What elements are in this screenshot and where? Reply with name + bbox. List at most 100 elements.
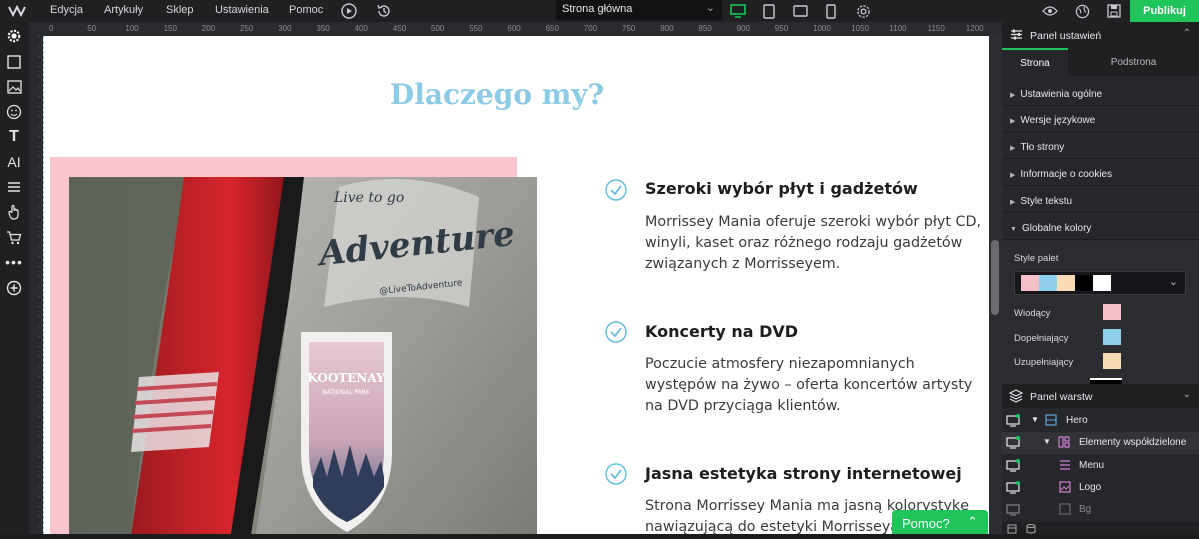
ruler-tick-label: 250 <box>240 24 254 33</box>
color-label-dopelniajacy: Dopełniający <box>1014 333 1069 344</box>
ruler-top: 0 50 100 150 200 250 300 350 400 450 500 550 600 650 7… <box>29 22 1002 36</box>
section-label: Tło strony <box>1020 142 1065 153</box>
color-swatch-wiodacy[interactable] <box>1103 304 1121 320</box>
layer-row[interactable]: Menu <box>1002 455 1199 477</box>
palette-label: Style palet <box>1014 253 1059 264</box>
more-icon[interactable]: ••• <box>3 251 25 273</box>
layer-name: Bg <box>1079 504 1092 515</box>
global-colors-body: Style palet ⌄ Wiodący Dopełniający Uzupe… <box>1002 241 1199 384</box>
section-ustawienia-ogolne[interactable]: ▶ Ustawienia ogólne <box>1002 80 1199 106</box>
layers-panel-header[interactable]: Panel warstw ⌄ <box>1002 384 1199 408</box>
ruler-tick-label: 850 <box>698 24 712 33</box>
ruler-tick-label: 1150 <box>927 24 945 33</box>
text-element-icon[interactable]: T <box>3 126 25 148</box>
section-informacje-o-cookies[interactable]: ▶ Informacje o cookies <box>1002 160 1199 186</box>
section-heading: Dlaczego my? <box>389 78 605 111</box>
database-icon[interactable] <box>1026 524 1036 537</box>
globe-icon[interactable] <box>1072 1 1092 21</box>
help-button-label: Pomoc? <box>902 516 950 531</box>
add-circle-icon[interactable] <box>3 277 25 299</box>
ruler-tick-label: 100 <box>125 24 139 33</box>
layer-row[interactable]: ▼ Elementy współdzielone <box>1002 432 1199 454</box>
palette-swatch <box>1093 275 1111 291</box>
canvas-scroll-thumb[interactable] <box>991 240 999 315</box>
history-icon[interactable] <box>374 1 394 21</box>
publish-button[interactable]: Publikuj <box>1130 0 1199 22</box>
caret-down-icon[interactable]: ▼ <box>1031 415 1039 424</box>
page-canvas[interactable]: Dlaczego my? Live to go Adventure @LiveT… <box>43 36 989 534</box>
color-swatch-dopelniajacy[interactable] <box>1103 329 1121 345</box>
palette-select[interactable]: ⌄ <box>1014 271 1186 295</box>
palette-swatch <box>1075 275 1093 291</box>
layer-name: Hero <box>1066 415 1088 426</box>
menu-artykuly[interactable]: Artykuły <box>104 3 143 17</box>
feature-text-line: Poczucie atmosfery niezapomnianych <box>645 356 915 372</box>
tablet-landscape-view-icon[interactable] <box>790 1 810 21</box>
layer-row[interactable]: ▼ Hero <box>1002 410 1199 432</box>
badge-title-text: KOOTENAY <box>307 371 385 385</box>
feature-text-line: winyli, kaset oraz różnego rodzaju gadże… <box>645 235 963 251</box>
hand-pointer-icon[interactable] <box>3 201 25 223</box>
menu-ustawienia[interactable]: Ustawienia <box>215 3 269 17</box>
caret-right-icon: ▶ <box>1010 199 1016 206</box>
pages-icon[interactable] <box>1007 524 1017 537</box>
ruler-tick-label: 1100 <box>889 24 907 33</box>
chevron-down-icon: ⌄ <box>1168 276 1178 288</box>
caret-down-icon: ▼ <box>1010 226 1017 233</box>
palette-swatch <box>1021 275 1039 291</box>
caret-down-icon[interactable]: ▼ <box>1043 437 1051 446</box>
ruler-tick-label: 600 <box>507 24 521 33</box>
tab-strona[interactable]: Strona <box>1002 48 1068 76</box>
desktop-view-icon[interactable] <box>728 1 748 21</box>
image-element-icon[interactable] <box>3 76 25 98</box>
feature-title: Jasna estetyka strony internetowej <box>645 464 962 483</box>
monitor-icon <box>1006 503 1020 519</box>
ruler-tick-label: 150 <box>163 24 177 33</box>
section-style-tekstu[interactable]: ▶ Style tekstu <box>1002 187 1199 213</box>
page-select[interactable]: Strona główna ⌄ <box>556 0 722 20</box>
shop-cart-icon[interactable] <box>3 226 25 248</box>
ruler-tick-label: 950 <box>774 24 789 33</box>
preview-eye-icon[interactable] <box>1040 1 1060 21</box>
ruler-tick-label: 700 <box>583 24 598 33</box>
save-icon[interactable] <box>1104 1 1124 21</box>
help-button[interactable]: Pomoc? ⌃ <box>892 510 988 534</box>
section-globalne-kolory[interactable]: ▼ Globalne kolory <box>1002 214 1199 240</box>
chevron-down-icon[interactable]: ⌄ <box>1183 389 1191 400</box>
ruler-left <box>29 36 43 534</box>
section-wersje-jezykowe[interactable]: ▶ Wersje językowe <box>1002 106 1199 132</box>
check-circle-icon <box>605 179 627 201</box>
color-swatch-uzupelniajacy[interactable] <box>1103 353 1121 369</box>
box-element-icon[interactable] <box>3 51 25 73</box>
app-logo-icon[interactable] <box>7 1 27 21</box>
sticker-script-text: Live to go <box>333 190 404 206</box>
play-icon[interactable] <box>339 1 359 21</box>
chevron-up-icon: ⌃ <box>967 514 978 529</box>
section-icon <box>1045 414 1057 429</box>
section-label: Globalne kolory <box>1021 223 1092 234</box>
chevron-up-icon[interactable]: ⌃ <box>1183 28 1191 39</box>
ai-icon[interactable]: AI <box>3 151 25 173</box>
ruler-tick-label: 1050 <box>851 24 869 33</box>
layer-row[interactable]: Bg <box>1002 499 1199 521</box>
menu-pomoc[interactable]: Pomoc <box>289 3 323 17</box>
menu-edycja[interactable]: Edycja <box>50 3 83 17</box>
section-tlo-strony[interactable]: ▶ Tło strony <box>1002 133 1199 159</box>
emoji-icon[interactable] <box>3 101 25 123</box>
layer-name: Elementy współdzielone <box>1079 437 1187 448</box>
ruler-tick-label: 500 <box>431 24 445 33</box>
settings-panel-header[interactable]: Panel ustawień ⌃ <box>1002 22 1199 48</box>
menu-element-icon[interactable] <box>3 176 25 198</box>
gear-icon[interactable] <box>3 25 25 47</box>
layer-row[interactable]: Logo <box>1002 477 1199 499</box>
section-label: Informacje o cookies <box>1020 169 1113 180</box>
settings-gear-icon[interactable] <box>853 1 873 21</box>
menu-sklep[interactable]: Sklep <box>166 3 194 17</box>
ruler-tick-label: 1000 <box>813 24 831 33</box>
feature-text-line: Morrissey Mania oferuje szeroki wybór pł… <box>645 214 982 230</box>
hero-photo[interactable]: Live to go Adventure @LiveToAdventure KO… <box>69 177 537 534</box>
tab-podstrona[interactable]: Podstrona <box>1068 48 1199 76</box>
tablet-view-icon[interactable] <box>759 1 779 21</box>
section-label: Style tekstu <box>1020 196 1073 207</box>
mobile-view-icon[interactable] <box>821 1 841 21</box>
